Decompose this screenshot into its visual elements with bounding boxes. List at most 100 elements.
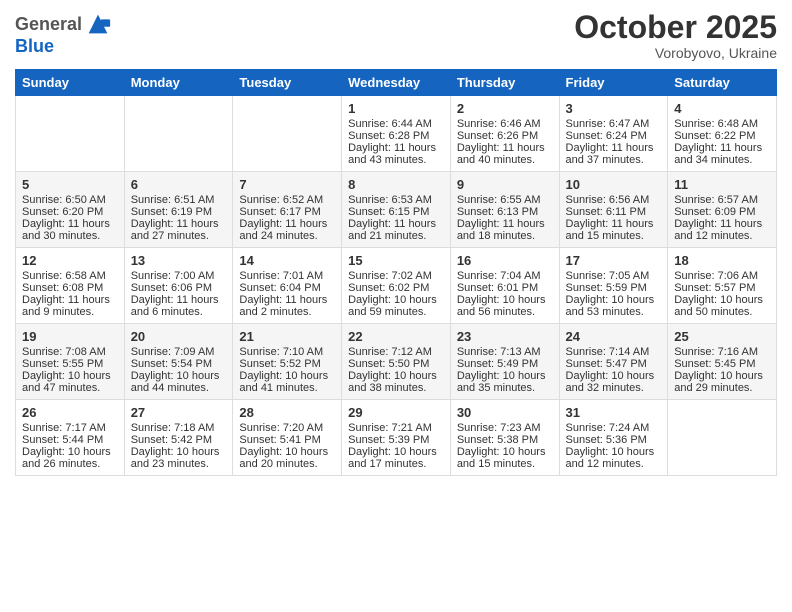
sunrise-text: Sunrise: 6:51 AM xyxy=(131,194,227,206)
day-cell: 29Sunrise: 7:21 AMSunset: 5:39 PMDayligh… xyxy=(342,400,451,476)
sunrise-text: Sunrise: 7:06 AM xyxy=(674,270,770,282)
sunrise-text: Sunrise: 7:16 AM xyxy=(674,346,770,358)
day-number: 20 xyxy=(131,329,227,344)
sunrise-text: Sunrise: 7:14 AM xyxy=(566,346,662,358)
day-cell: 18Sunrise: 7:06 AMSunset: 5:57 PMDayligh… xyxy=(668,248,777,324)
day-number: 8 xyxy=(348,177,444,192)
daylight-text: Daylight: 11 hours and 18 minutes. xyxy=(457,218,553,242)
day-cell xyxy=(233,96,342,172)
sunset-text: Sunset: 6:06 PM xyxy=(131,282,227,294)
calendar: SundayMondayTuesdayWednesdayThursdayFrid… xyxy=(15,69,777,476)
sunrise-text: Sunrise: 7:18 AM xyxy=(131,422,227,434)
daylight-text: Daylight: 11 hours and 37 minutes. xyxy=(566,142,662,166)
sunset-text: Sunset: 6:02 PM xyxy=(348,282,444,294)
day-cell xyxy=(124,96,233,172)
daylight-text: Daylight: 10 hours and 35 minutes. xyxy=(457,370,553,394)
day-cell: 4Sunrise: 6:48 AMSunset: 6:22 PMDaylight… xyxy=(668,96,777,172)
day-number: 19 xyxy=(22,329,118,344)
daylight-text: Daylight: 11 hours and 43 minutes. xyxy=(348,142,444,166)
sunset-text: Sunset: 6:11 PM xyxy=(566,206,662,218)
daylight-text: Daylight: 11 hours and 6 minutes. xyxy=(131,294,227,318)
day-cell: 8Sunrise: 6:53 AMSunset: 6:15 PMDaylight… xyxy=(342,172,451,248)
day-cell: 11Sunrise: 6:57 AMSunset: 6:09 PMDayligh… xyxy=(668,172,777,248)
week-row-1: 1Sunrise: 6:44 AMSunset: 6:28 PMDaylight… xyxy=(16,96,777,172)
daylight-text: Daylight: 10 hours and 44 minutes. xyxy=(131,370,227,394)
week-row-2: 5Sunrise: 6:50 AMSunset: 6:20 PMDaylight… xyxy=(16,172,777,248)
day-number: 29 xyxy=(348,405,444,420)
daylight-text: Daylight: 10 hours and 12 minutes. xyxy=(566,446,662,470)
sunset-text: Sunset: 6:22 PM xyxy=(674,130,770,142)
day-cell xyxy=(668,400,777,476)
title-block: October 2025 Vorobyovo, Ukraine xyxy=(574,10,777,61)
sunset-text: Sunset: 5:50 PM xyxy=(348,358,444,370)
day-cell: 13Sunrise: 7:00 AMSunset: 6:06 PMDayligh… xyxy=(124,248,233,324)
sunrise-text: Sunrise: 7:05 AM xyxy=(566,270,662,282)
sunset-text: Sunset: 5:54 PM xyxy=(131,358,227,370)
day-number: 28 xyxy=(239,405,335,420)
sunset-text: Sunset: 6:28 PM xyxy=(348,130,444,142)
daylight-text: Daylight: 10 hours and 26 minutes. xyxy=(22,446,118,470)
sunset-text: Sunset: 5:55 PM xyxy=(22,358,118,370)
day-number: 25 xyxy=(674,329,770,344)
sunset-text: Sunset: 6:19 PM xyxy=(131,206,227,218)
day-cell: 25Sunrise: 7:16 AMSunset: 5:45 PMDayligh… xyxy=(668,324,777,400)
sunset-text: Sunset: 5:59 PM xyxy=(566,282,662,294)
weekday-header-row: SundayMondayTuesdayWednesdayThursdayFrid… xyxy=(16,70,777,96)
sunrise-text: Sunrise: 7:12 AM xyxy=(348,346,444,358)
sunrise-text: Sunrise: 7:01 AM xyxy=(239,270,335,282)
logo-icon xyxy=(84,10,112,38)
daylight-text: Daylight: 10 hours and 47 minutes. xyxy=(22,370,118,394)
sunset-text: Sunset: 6:04 PM xyxy=(239,282,335,294)
day-cell: 24Sunrise: 7:14 AMSunset: 5:47 PMDayligh… xyxy=(559,324,668,400)
day-number: 10 xyxy=(566,177,662,192)
day-cell: 16Sunrise: 7:04 AMSunset: 6:01 PMDayligh… xyxy=(450,248,559,324)
day-cell xyxy=(16,96,125,172)
weekday-header-saturday: Saturday xyxy=(668,70,777,96)
day-cell: 1 Sunrise: 6:44 AMSunset: 6:28 PMDaylight… xyxy=(342,96,451,172)
day-cell: 20 Sunrise: 7:09 AMSunset: 5:54 PMDayligh… xyxy=(124,324,233,400)
sunrise-text: Sunrise: 6:47 AM xyxy=(566,118,662,130)
sunrise-text: Sunrise: 7:13 AM xyxy=(457,346,553,358)
day-cell: 27Sunrise: 7:18 AMSunset: 5:42 PMDayligh… xyxy=(124,400,233,476)
weekday-header-friday: Friday xyxy=(559,70,668,96)
day-cell: 23Sunrise: 7:13 AMSunset: 5:49 PMDayligh… xyxy=(450,324,559,400)
daylight-text: Daylight: 10 hours and 38 minutes. xyxy=(348,370,444,394)
day-number: 18 xyxy=(674,253,770,268)
day-number: 14 xyxy=(239,253,335,268)
day-cell: 17Sunrise: 7:05 AMSunset: 5:59 PMDayligh… xyxy=(559,248,668,324)
day-cell: 14Sunrise: 7:01 AMSunset: 6:04 PMDayligh… xyxy=(233,248,342,324)
day-cell: 15Sunrise: 7:02 AMSunset: 6:02 PMDayligh… xyxy=(342,248,451,324)
sunset-text: Sunset: 6:24 PM xyxy=(566,130,662,142)
daylight-text: Daylight: 11 hours and 12 minutes. xyxy=(674,218,770,242)
daylight-text: Daylight: 10 hours and 29 minutes. xyxy=(674,370,770,394)
day-number: 16 xyxy=(457,253,553,268)
sunset-text: Sunset: 6:20 PM xyxy=(22,206,118,218)
sunset-text: Sunset: 6:15 PM xyxy=(348,206,444,218)
sunset-text: Sunset: 5:44 PM xyxy=(22,434,118,446)
sunset-text: Sunset: 6:26 PM xyxy=(457,130,553,142)
weekday-header-thursday: Thursday xyxy=(450,70,559,96)
sunrise-text: Sunrise: 7:09 AM xyxy=(131,346,227,358)
day-number: 22 xyxy=(348,329,444,344)
day-number: 21 xyxy=(239,329,335,344)
sunrise-text: Sunrise: 6:50 AM xyxy=(22,194,118,206)
daylight-text: Daylight: 11 hours and 15 minutes. xyxy=(566,218,662,242)
day-number: 15 xyxy=(348,253,444,268)
day-cell: 22 Sunrise: 7:12 AMSunset: 5:50 PMDayligh… xyxy=(342,324,451,400)
sunrise-text: Sunrise: 7:10 AM xyxy=(239,346,335,358)
daylight-text: Daylight: 11 hours and 30 minutes. xyxy=(22,218,118,242)
daylight-text: Daylight: 11 hours and 21 minutes. xyxy=(348,218,444,242)
day-cell: 31Sunrise: 7:24 AMSunset: 5:36 PMDayligh… xyxy=(559,400,668,476)
day-cell: 5Sunrise: 6:50 AMSunset: 6:20 PMDaylight… xyxy=(16,172,125,248)
weekday-header-tuesday: Tuesday xyxy=(233,70,342,96)
day-number: 30 xyxy=(457,405,553,420)
sunrise-text: Sunrise: 6:44 AM xyxy=(348,118,444,130)
sunset-text: Sunset: 6:01 PM xyxy=(457,282,553,294)
sunset-text: Sunset: 5:57 PM xyxy=(674,282,770,294)
day-cell: 28Sunrise: 7:20 AMSunset: 5:41 PMDayligh… xyxy=(233,400,342,476)
sunrise-text: Sunrise: 6:48 AM xyxy=(674,118,770,130)
daylight-text: Daylight: 11 hours and 40 minutes. xyxy=(457,142,553,166)
weekday-header-sunday: Sunday xyxy=(16,70,125,96)
day-cell: 2Sunrise: 6:46 AMSunset: 6:26 PMDaylight… xyxy=(450,96,559,172)
day-number: 1 xyxy=(348,101,444,116)
